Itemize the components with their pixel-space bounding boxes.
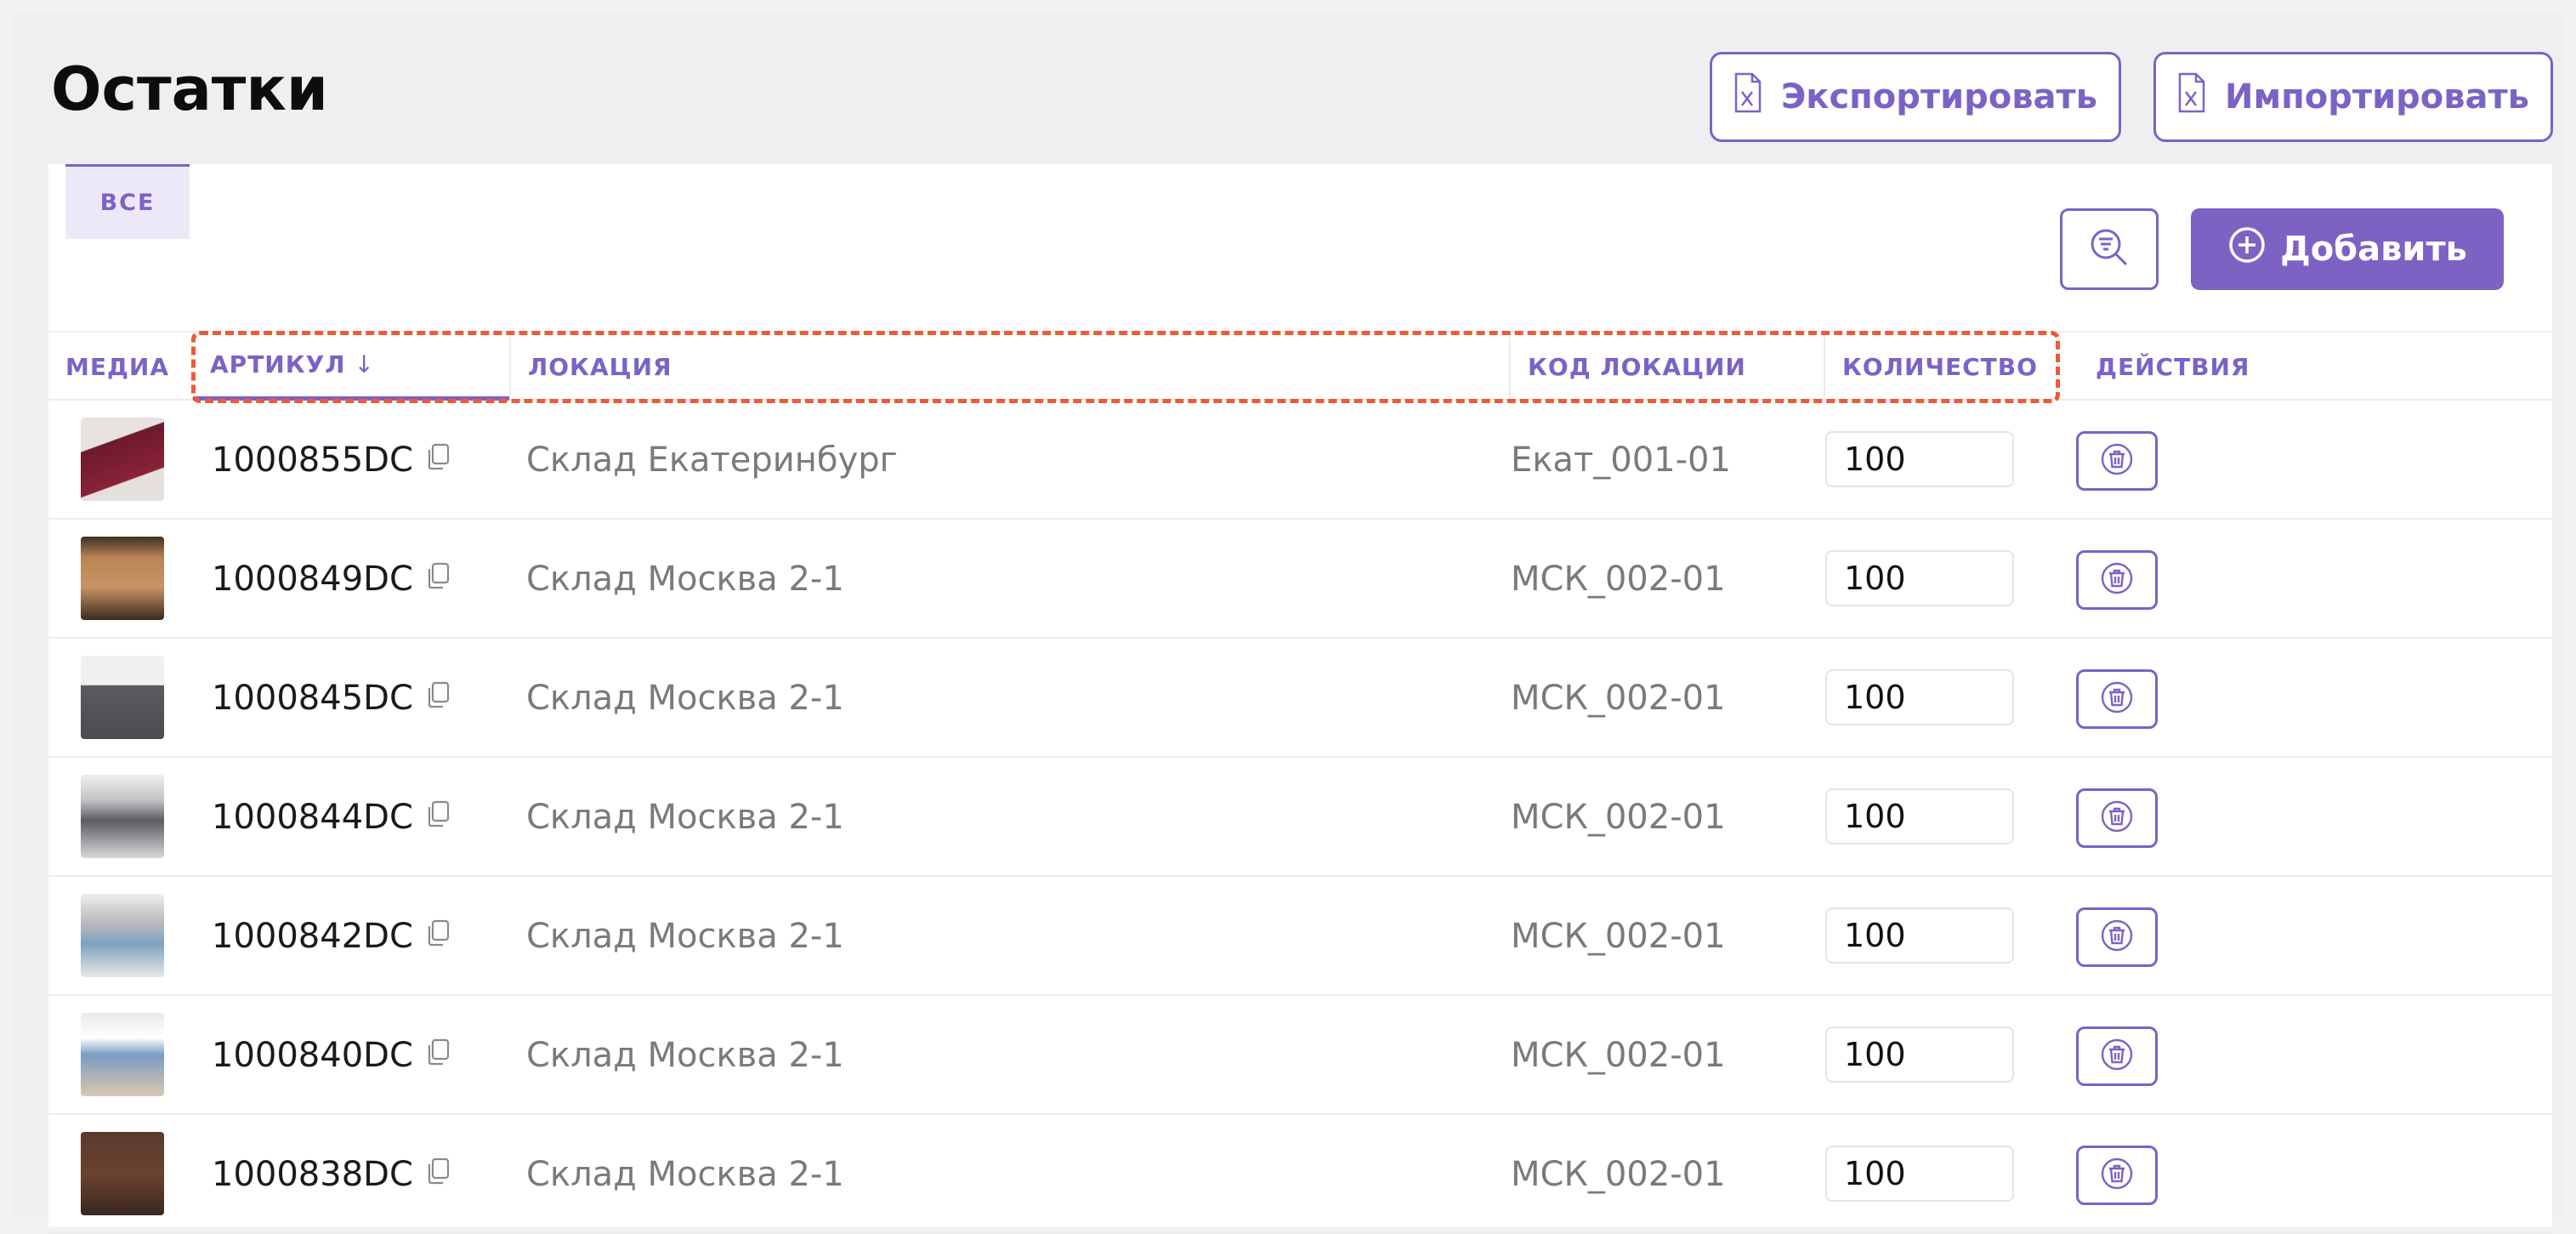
location-code-cell: МСК_002-01 <box>1511 679 1726 718</box>
delete-button[interactable] <box>2076 1026 2158 1086</box>
copy-icon[interactable] <box>425 679 451 718</box>
table-row: 1000849DC Склад Москва 2-1 МСК_002-01 <box>48 520 2552 639</box>
location-code-cell: Екат_001-01 <box>1511 441 1731 480</box>
copy-icon[interactable] <box>425 560 451 599</box>
plus-circle-icon <box>2227 225 2267 273</box>
filter-search-icon <box>2087 225 2131 273</box>
tab-all[interactable]: ВСЕ <box>65 164 190 239</box>
location-cell: Склад Москва 2-1 <box>526 560 844 599</box>
table-row: 1000842DC Склад Москва 2-1 МСК_002-01 <box>48 877 2552 996</box>
sku-value: 1000845DC <box>212 679 413 718</box>
sku-cell: 1000838DC <box>212 1115 451 1234</box>
table-row: 1000855DC Склад Екатеринбург Екат_001-01 <box>48 401 2552 520</box>
location-code-cell: МСК_002-01 <box>1511 560 1726 599</box>
import-label: Импортировать <box>2224 77 2530 117</box>
table-row: 1000840DC Склад Москва 2-1 МСК_002-01 <box>48 996 2552 1115</box>
excel-file-icon <box>2177 71 2206 122</box>
delete-button[interactable] <box>2076 788 2158 848</box>
sku-cell: 1000840DC <box>212 996 451 1115</box>
copy-icon[interactable] <box>425 1036 451 1075</box>
location-cell: Склад Москва 2-1 <box>526 1036 844 1075</box>
trash-icon <box>2100 680 2134 718</box>
table-row: 1000845DC Склад Москва 2-1 МСК_002-01 <box>48 639 2552 758</box>
copy-icon[interactable] <box>425 917 451 956</box>
location-code-cell: МСК_002-01 <box>1511 1155 1726 1194</box>
column-header-sku[interactable]: АРТИКУЛ ↓ <box>193 333 509 401</box>
trash-icon <box>2100 918 2134 956</box>
export-button[interactable]: Экспортировать <box>1710 52 2121 142</box>
sku-cell: 1000855DC <box>212 401 451 520</box>
sku-value: 1000838DC <box>212 1155 413 1194</box>
trash-icon <box>2100 799 2134 837</box>
copy-icon[interactable] <box>425 798 451 837</box>
table-row: 1000838DC Склад Москва 2-1 МСК_002-01 <box>48 1115 2552 1234</box>
product-thumbnail[interactable] <box>81 1013 164 1096</box>
import-button[interactable]: Импортировать <box>2153 52 2553 142</box>
stock-panel: ВСЕ Добавить МЕДИА АРТИКУЛ ↓ ЛОКАЦИЯ КОД… <box>48 164 2552 1234</box>
sku-value: 1000840DC <box>212 1036 413 1075</box>
add-button[interactable]: Добавить <box>2191 208 2504 290</box>
product-thumbnail[interactable] <box>81 537 164 620</box>
sku-cell: 1000844DC <box>212 758 451 877</box>
page-title: Остатки <box>51 54 328 124</box>
copy-icon[interactable] <box>425 441 451 480</box>
quantity-input[interactable] <box>1825 1026 2014 1083</box>
location-cell: Склад Москва 2-1 <box>526 679 844 718</box>
delete-button[interactable] <box>2076 1146 2158 1205</box>
excel-file-icon <box>1733 71 1762 122</box>
table-header: МЕДИА АРТИКУЛ ↓ ЛОКАЦИЯ КОД ЛОКАЦИИ КОЛИ… <box>48 331 2552 401</box>
sku-cell: 1000849DC <box>212 520 451 639</box>
column-header-location-code[interactable]: КОД ЛОКАЦИИ <box>1509 333 1824 401</box>
location-cell: Склад Москва 2-1 <box>526 917 844 956</box>
delete-button[interactable] <box>2076 669 2158 729</box>
location-cell: Склад Москва 2-1 <box>526 798 844 837</box>
quantity-input[interactable] <box>1825 907 2014 964</box>
sku-value: 1000855DC <box>212 441 413 480</box>
sku-value: 1000844DC <box>212 798 413 837</box>
product-thumbnail[interactable] <box>81 894 164 977</box>
copy-icon[interactable] <box>425 1155 451 1194</box>
add-label: Добавить <box>2280 230 2467 269</box>
delete-button[interactable] <box>2076 431 2158 491</box>
column-header-location[interactable]: ЛОКАЦИЯ <box>509 333 1509 401</box>
trash-icon <box>2100 561 2134 599</box>
column-header-sku-label: АРТИКУЛ <box>210 350 346 378</box>
delete-button[interactable] <box>2076 550 2158 610</box>
location-cell: Склад Екатеринбург <box>526 441 898 480</box>
quantity-input[interactable] <box>1825 1146 2014 1202</box>
table-body: 1000855DC Склад Екатеринбург Екат_001-01 <box>48 401 2552 1234</box>
column-header-quantity[interactable]: КОЛИЧЕСТВО <box>1824 333 2079 401</box>
column-header-media: МЕДИА <box>65 352 170 381</box>
column-header-actions: ДЕЙСТВИЯ <box>2096 352 2250 381</box>
quantity-input[interactable] <box>1825 431 2014 487</box>
export-label: Экспортировать <box>1780 77 2098 117</box>
trash-icon <box>2100 1157 2134 1194</box>
location-code-cell: МСК_002-01 <box>1511 1036 1726 1075</box>
quantity-input[interactable] <box>1825 788 2014 844</box>
trash-icon <box>2100 1038 2134 1075</box>
trash-icon <box>2100 442 2134 480</box>
location-code-cell: МСК_002-01 <box>1511 917 1726 956</box>
product-thumbnail[interactable] <box>81 656 164 739</box>
sku-cell: 1000842DC <box>212 877 451 996</box>
sku-value: 1000842DC <box>212 917 413 956</box>
location-code-cell: МСК_002-01 <box>1511 798 1726 837</box>
app-frame: Остатки Экспортировать Импортировать ВСЕ <box>13 13 2563 1234</box>
location-cell: Склад Москва 2-1 <box>526 1155 844 1194</box>
quantity-input[interactable] <box>1825 550 2014 606</box>
product-thumbnail[interactable] <box>81 775 164 858</box>
product-thumbnail[interactable] <box>81 1132 164 1215</box>
product-thumbnail[interactable] <box>81 418 164 501</box>
quantity-input[interactable] <box>1825 669 2014 725</box>
sku-cell: 1000845DC <box>212 639 451 758</box>
delete-button[interactable] <box>2076 907 2158 967</box>
sku-value: 1000849DC <box>212 560 413 599</box>
filter-button[interactable] <box>2060 208 2159 290</box>
table-row: 1000844DC Склад Москва 2-1 МСК_002-01 <box>48 758 2552 877</box>
sort-down-icon: ↓ <box>354 350 375 378</box>
